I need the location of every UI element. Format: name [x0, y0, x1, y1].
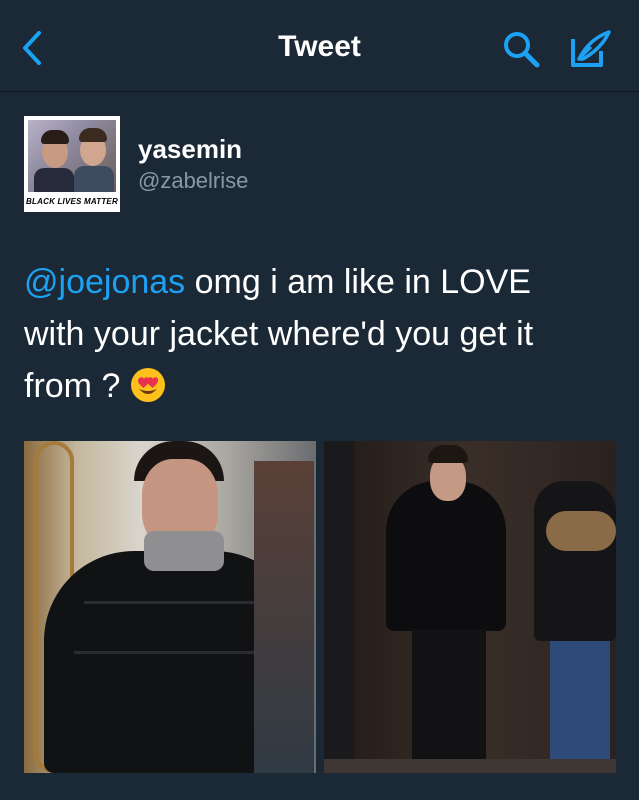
- search-button[interactable]: [498, 26, 544, 72]
- photo-2-pants: [412, 629, 486, 759]
- photo-1-jacket-seam: [74, 651, 274, 654]
- avatar-photo: [28, 120, 116, 192]
- avatar-banner-text: BLACK LIVES MATTER: [24, 192, 120, 212]
- photo-1-jacket-seam: [84, 601, 264, 604]
- media-photo-2[interactable]: [324, 441, 616, 773]
- display-name[interactable]: yasemin: [138, 134, 242, 165]
- photo-1-bystander: [254, 461, 314, 773]
- navigation-bar: Tweet: [0, 0, 639, 92]
- photo-2-fur-hood: [546, 511, 616, 551]
- tweet-text: @joejonas omg i am like in LOVE with you…: [24, 256, 614, 412]
- avatar-person-left: [34, 168, 74, 192]
- photo-2-jeans: [550, 641, 610, 761]
- mention-link[interactable]: @joejonas: [24, 263, 185, 301]
- photo-2-hair: [428, 445, 468, 463]
- avatar-person-right: [74, 166, 114, 192]
- search-icon: [504, 32, 540, 68]
- compose-icon: [571, 30, 611, 67]
- user-handle[interactable]: @zabelrise: [138, 168, 248, 194]
- photo-2-woman-coat: [534, 481, 616, 641]
- photo-2-left-figure: [324, 441, 354, 773]
- photo-2-sidewalk: [324, 759, 616, 773]
- avatar-hair-left: [41, 130, 69, 144]
- compose-button[interactable]: [568, 26, 614, 72]
- photo-2-jacket: [386, 481, 506, 631]
- avatar[interactable]: BLACK LIVES MATTER: [24, 116, 120, 212]
- tweet-text-line3: from ?: [24, 367, 121, 405]
- avatar-hair-right: [79, 128, 107, 142]
- media-photo-1[interactable]: [24, 441, 316, 773]
- photo-1-scarf: [144, 531, 224, 571]
- heart-eyes-emoji-icon: [130, 368, 165, 402]
- tweet-text-line1: omg i am like in LOVE: [185, 263, 531, 301]
- tweet-text-line2: with your jacket where'd you get it: [24, 315, 534, 353]
